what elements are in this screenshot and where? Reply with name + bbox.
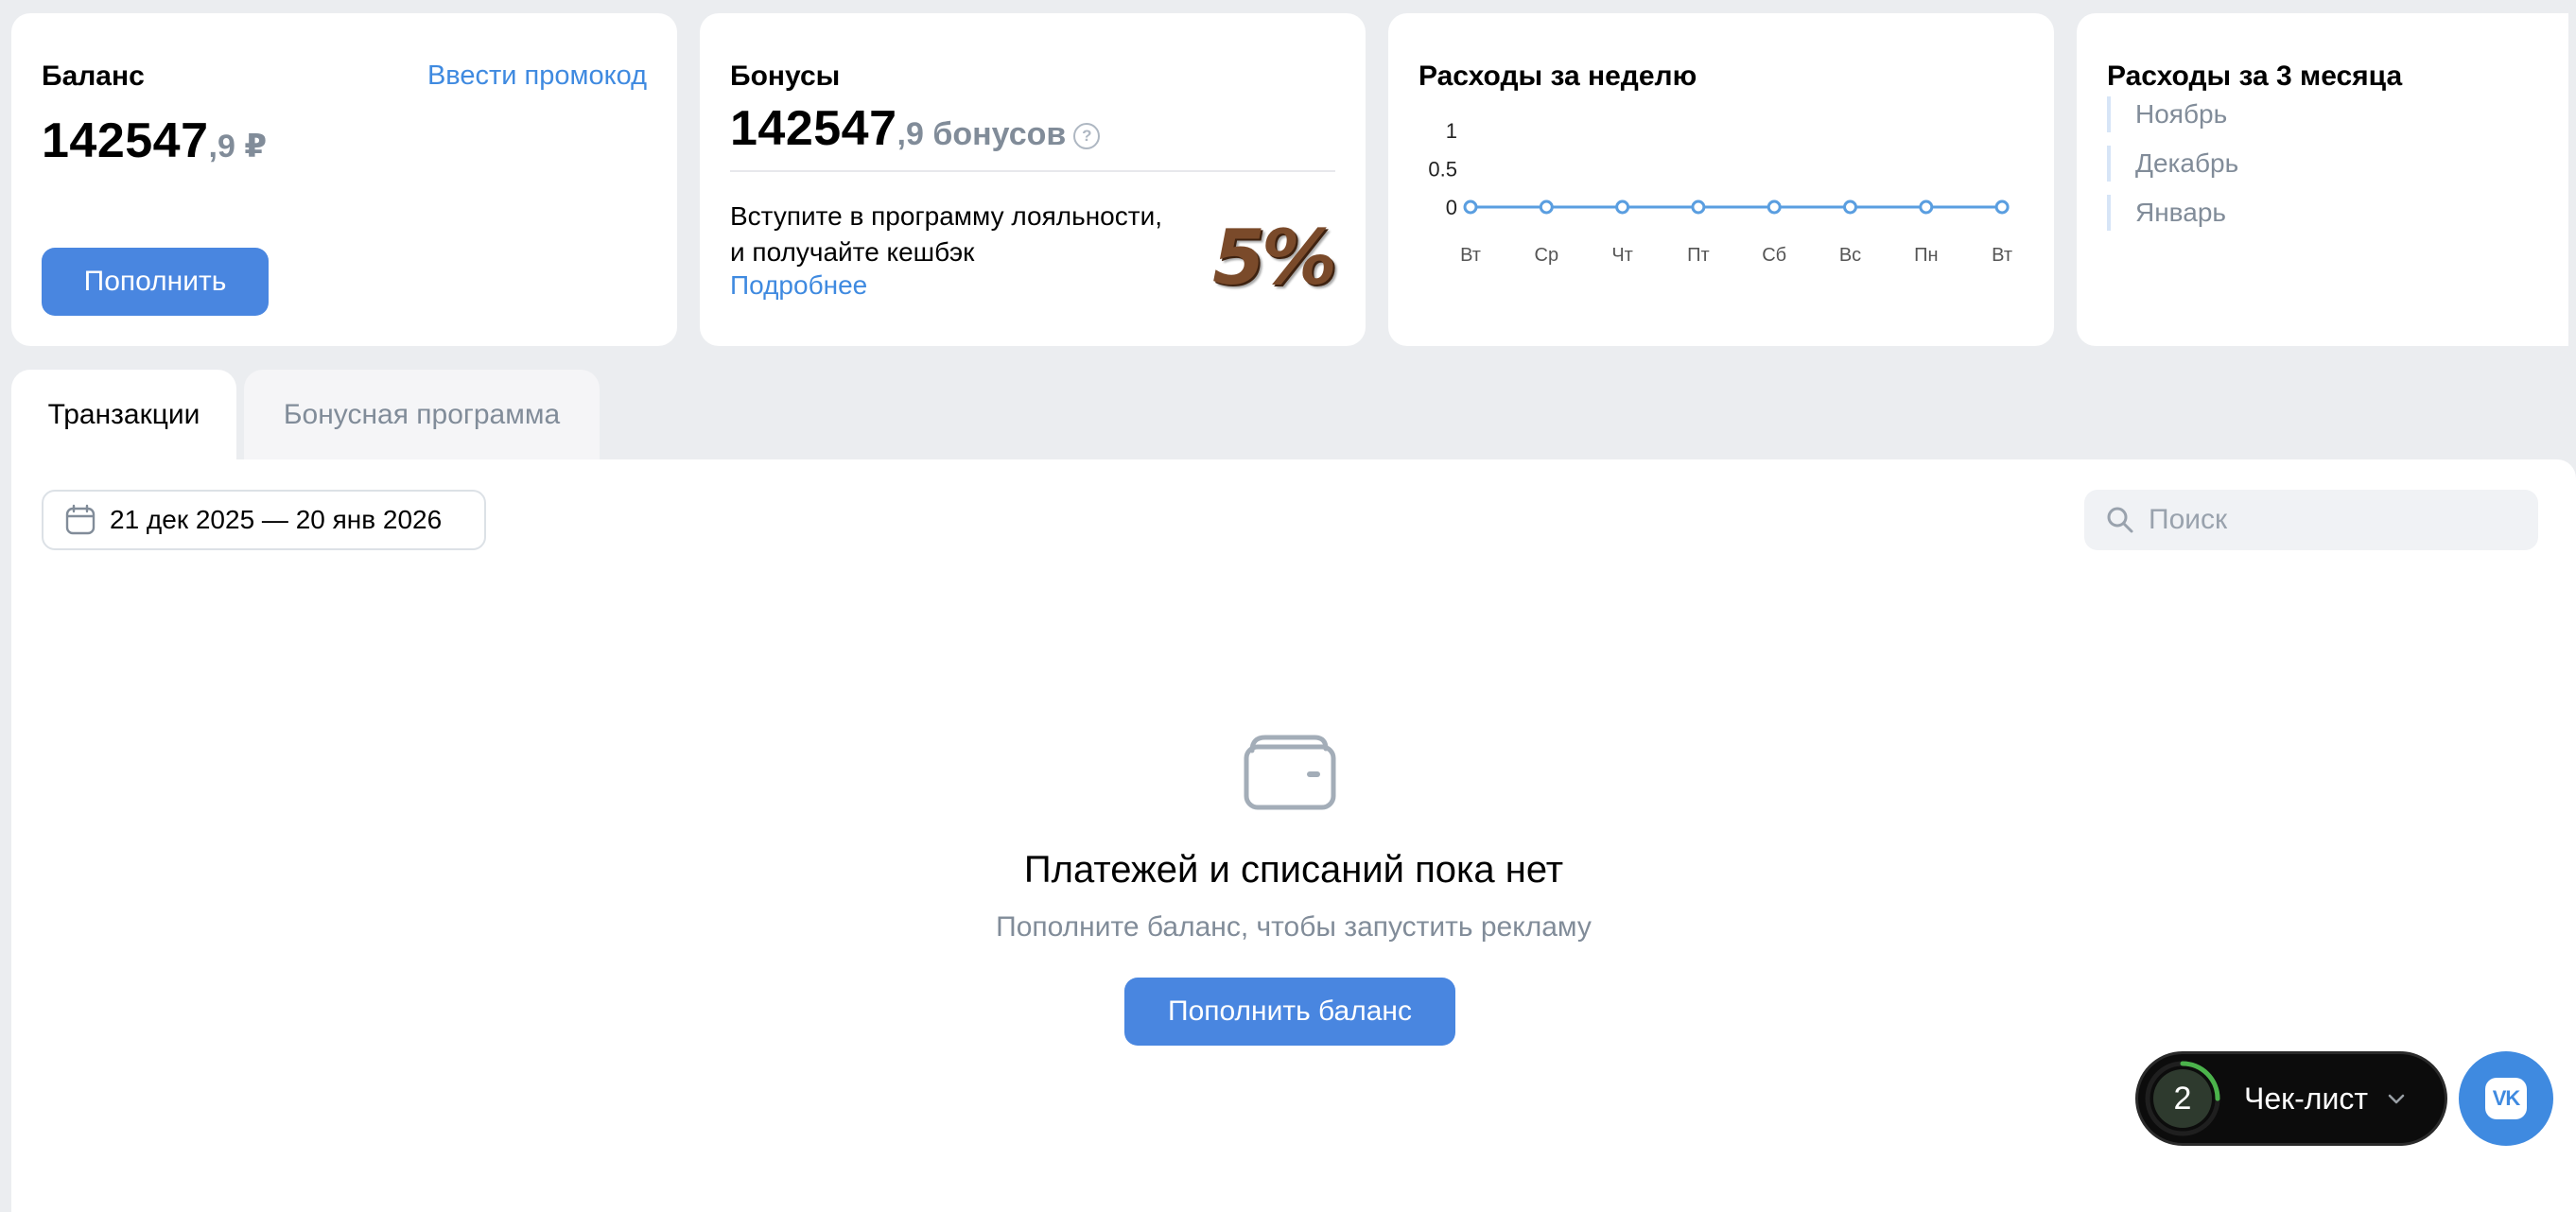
cashback-badge: 5% <box>1212 214 1337 302</box>
data-point <box>1463 199 1478 215</box>
month-item: Январь <box>2107 195 2238 231</box>
balance-title: Баланс <box>42 61 145 92</box>
calendar-icon <box>65 504 96 535</box>
tab-transactions[interactable]: Транзакции <box>11 370 236 460</box>
checklist-progress: 2 <box>2144 1060 2221 1137</box>
balance-amount: 142547,9 ₽ <box>42 113 267 169</box>
empty-state-title: Платежей и списаний пока нет <box>1023 849 1564 891</box>
more-link[interactable]: Подробнее <box>730 270 867 301</box>
data-point <box>1539 199 1554 215</box>
vk-logo-button[interactable]: VK <box>2459 1051 2553 1146</box>
help-icon[interactable]: ? <box>1073 123 1101 149</box>
x-tick-label: Пт <box>1687 245 1710 266</box>
vk-logo-icon: VK <box>2485 1078 2527 1119</box>
month-expenses-title: Расходы за 3 месяца <box>2107 61 2403 92</box>
y-tick-label: 0.5 <box>1428 158 1457 182</box>
tab-bonus-program[interactable]: Бонусная программа <box>244 370 600 460</box>
bonus-card: Бонусы 142547,9 бонусов? Вступите в прог… <box>700 13 1366 346</box>
week-expenses-title: Расходы за неделю <box>1419 61 1697 92</box>
balance-amount-frac: ,9 ₽ <box>208 129 267 164</box>
x-tick-label: Вт <box>1460 245 1481 266</box>
loyalty-text: Вступите в программу лояльности, и получ… <box>730 199 1162 270</box>
bonus-amount-int: 142547 <box>730 101 897 156</box>
data-point <box>1691 199 1706 215</box>
week-expenses-chart: 1 0.5 0 Вт Ср Чт Пт Сб Вс Пн Вт <box>1428 119 2012 266</box>
wallet-icon <box>1244 735 1336 810</box>
bonus-title: Бонусы <box>730 61 841 92</box>
y-tick-label: 0 <box>1446 196 1457 219</box>
checklist-label: Чек-лист <box>2244 1082 2368 1116</box>
loyalty-line-1: Вступите в программу лояльности, <box>730 201 1162 231</box>
month-expenses-card: Расходы за 3 месяца Ноябрь Декабрь Январ… <box>2077 13 2568 346</box>
x-tick-label: Вс <box>1839 245 1861 266</box>
empty-state-subtitle: Пополните баланс, чтобы запустить реклам… <box>996 911 1592 943</box>
chevron-down-icon <box>2388 1094 2405 1104</box>
search-box[interactable] <box>2084 490 2538 550</box>
topup-button[interactable]: Пополнить <box>42 248 269 316</box>
week-expenses-card: Расходы за неделю 1 0.5 0 Вт Ср Чт Пт Сб Вс Пн Вт <box>1388 13 2054 346</box>
data-point <box>1843 199 1857 215</box>
x-tick-label: Чт <box>1611 245 1633 266</box>
month-list: Ноябрь Декабрь Январь <box>2107 96 2238 244</box>
divider <box>730 170 1335 172</box>
enter-promo-link[interactable]: Ввести промокод <box>427 61 647 92</box>
data-point <box>1919 199 1934 215</box>
x-tick-label: Вт <box>1992 245 2012 266</box>
y-tick-label: 1 <box>1446 119 1457 143</box>
loyalty-line-2: и получайте кешбэк <box>730 237 975 267</box>
checklist-count: 2 <box>2153 1069 2212 1128</box>
topup-balance-button[interactable]: Пополнить баланс <box>1124 978 1455 1046</box>
x-tick-label: Сб <box>1762 245 1786 266</box>
bonus-amount-frac: ,9 бонусов <box>896 116 1067 152</box>
month-item: Декабрь <box>2107 146 2238 182</box>
date-range-picker[interactable]: 21 дек 2025 — 20 янв 2026 <box>42 490 486 550</box>
data-point <box>1994 199 2010 215</box>
data-point <box>1615 199 1630 215</box>
balance-card: Баланс Ввести промокод 142547,9 ₽ Пополн… <box>11 13 677 346</box>
x-tick-label: Ср <box>1535 245 1559 266</box>
search-input[interactable] <box>2147 503 2510 537</box>
x-tick-label: Пн <box>1914 245 1938 266</box>
checklist-button[interactable]: 2 Чек-лист <box>2135 1051 2447 1146</box>
search-icon <box>2107 507 2133 533</box>
bonus-amount: 142547,9 бонусов? <box>730 100 1101 157</box>
balance-amount-int: 142547 <box>42 113 209 168</box>
month-item: Ноябрь <box>2107 96 2238 132</box>
data-point <box>1767 199 1782 215</box>
date-range-label: 21 дек 2025 — 20 янв 2026 <box>110 505 443 534</box>
